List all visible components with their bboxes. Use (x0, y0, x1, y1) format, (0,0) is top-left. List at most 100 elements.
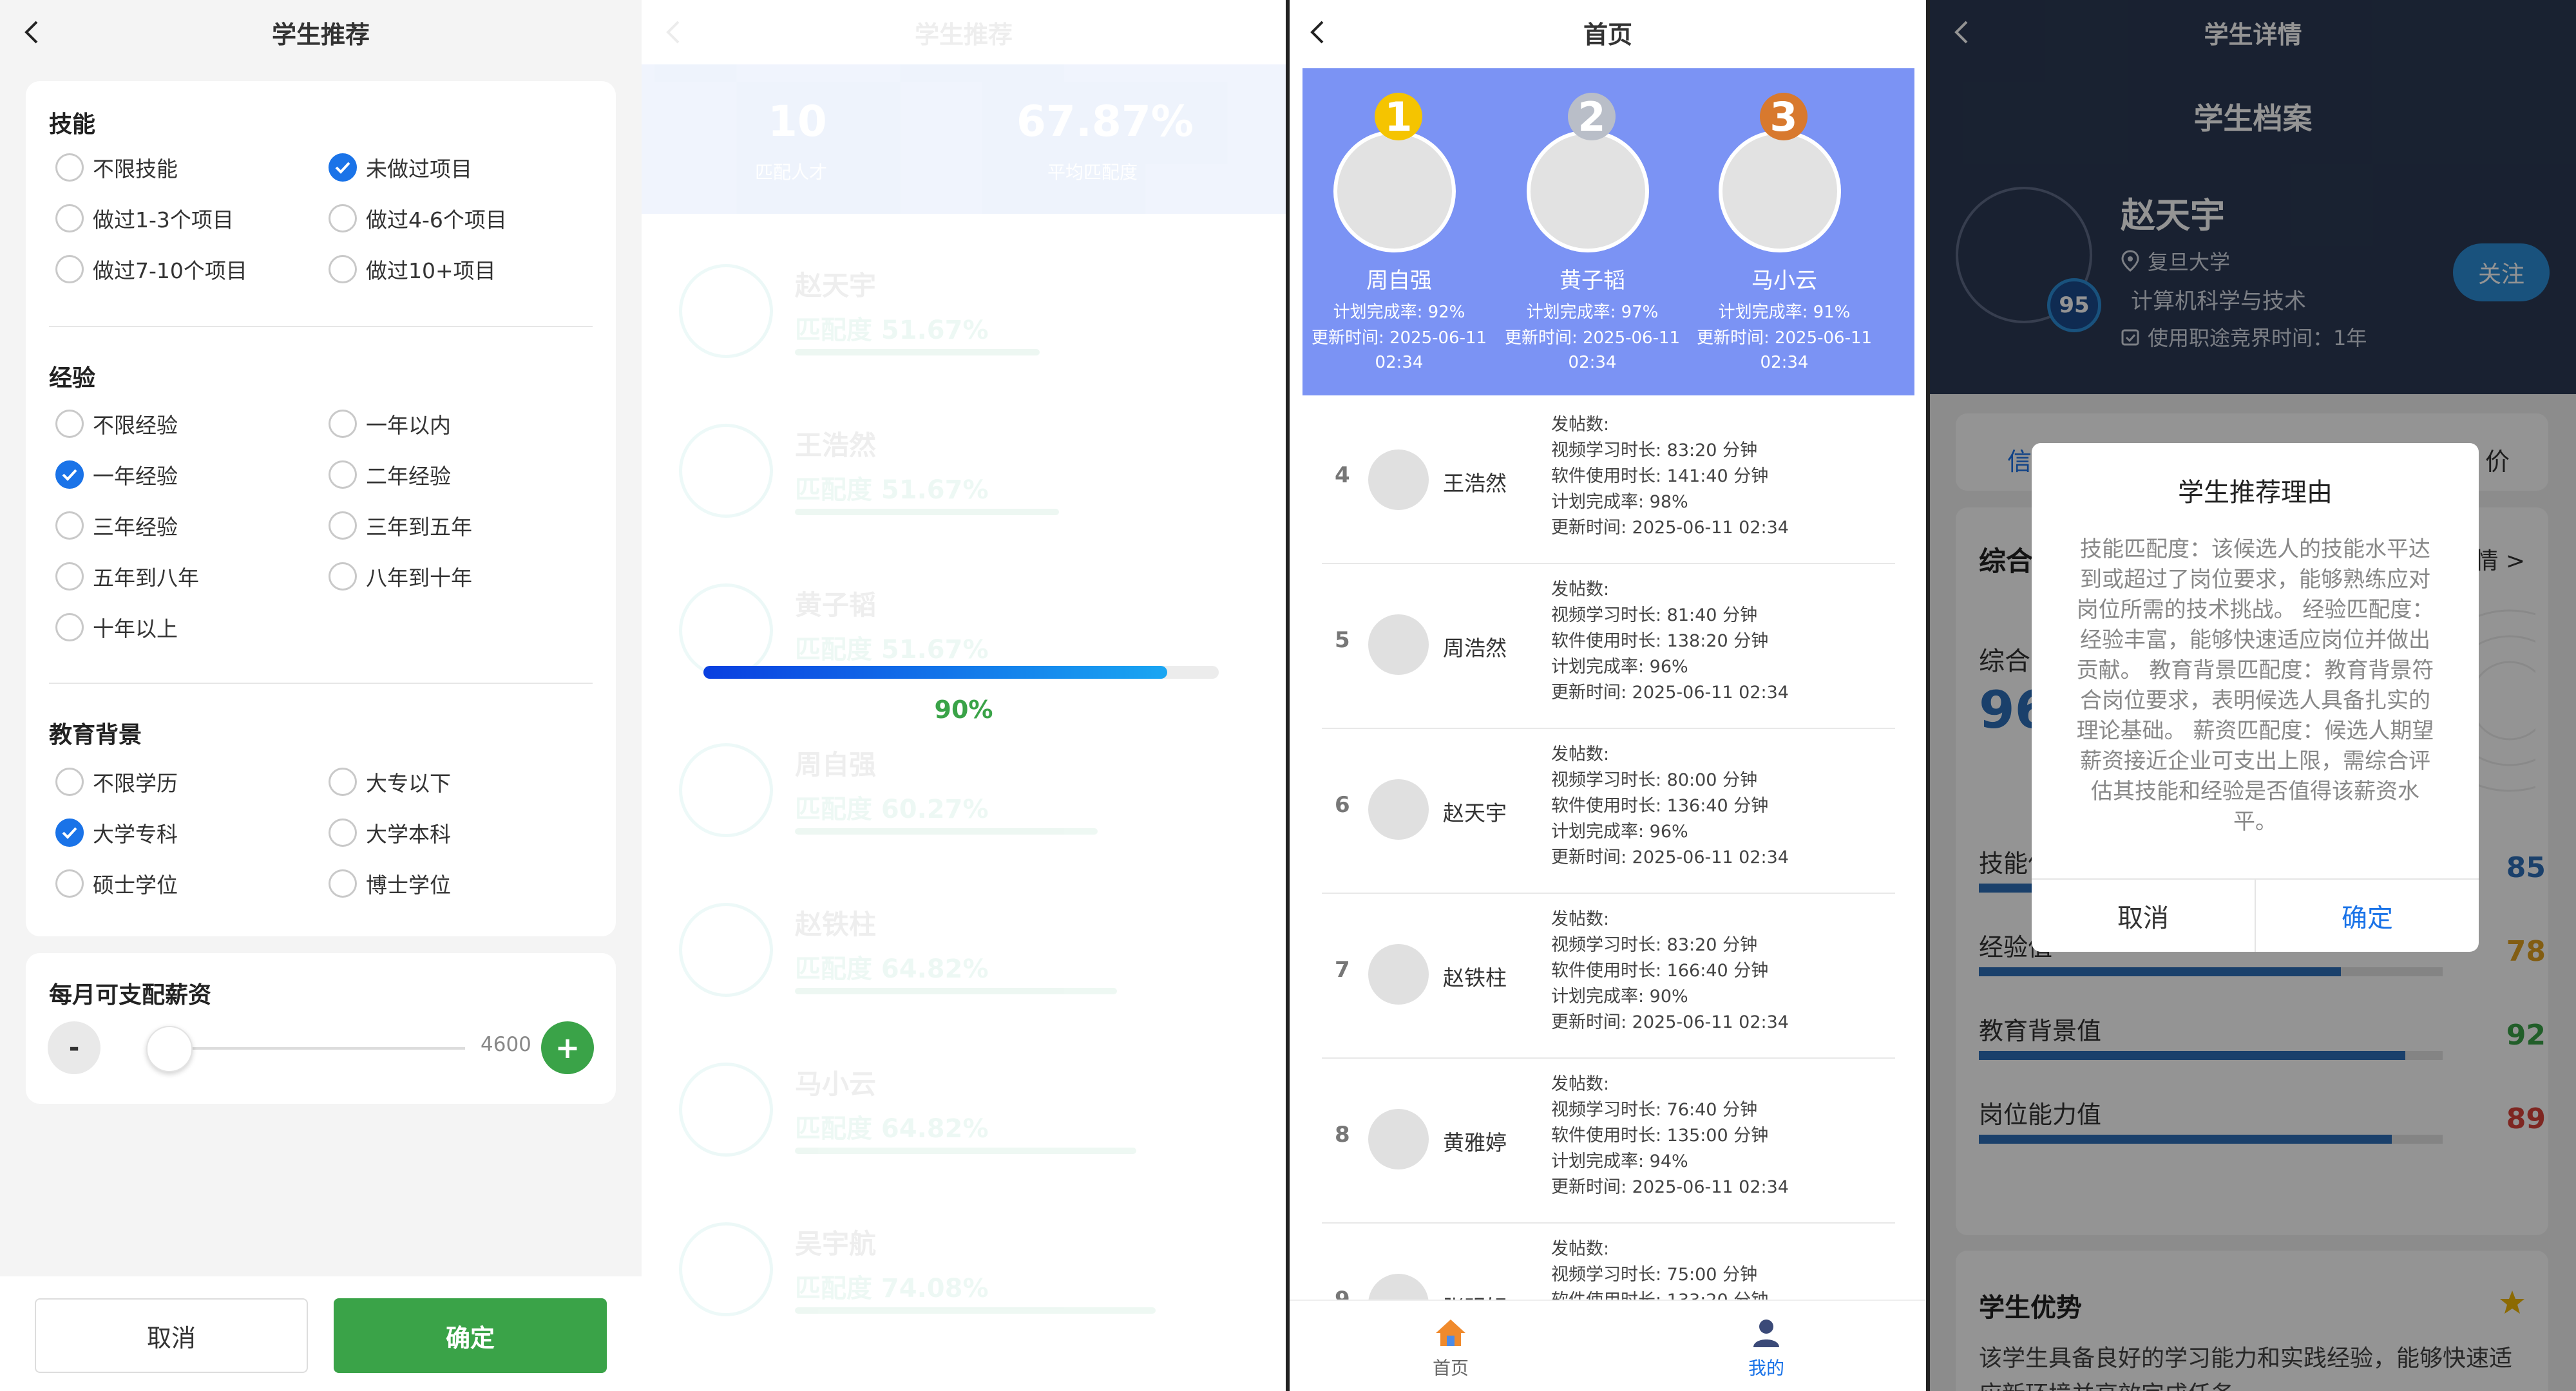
avatar (679, 583, 773, 677)
dialog-body: 技能匹配度：该候选人的技能水平达到或超过了岗位要求，能够熟练应对岗位所需的技术挑… (2076, 536, 2434, 835)
match-bar (795, 988, 1117, 994)
radio-unchecked-icon[interactable] (55, 511, 84, 540)
tab-home[interactable]: 首页 (1412, 1318, 1489, 1380)
experience-option[interactable]: 二年经验 (329, 459, 451, 490)
education-option[interactable]: 不限学历 (55, 766, 178, 797)
radio-unchecked-icon[interactable] (329, 562, 357, 591)
student-name: 赵铁柱 (1443, 965, 1507, 990)
salary-increase-button[interactable]: + (541, 1021, 594, 1074)
avatar (679, 1063, 773, 1157)
skills-option[interactable]: 不限技能 (55, 152, 178, 183)
radio-checked-icon[interactable] (329, 153, 357, 182)
match-rate: 匹配度 51.67% (795, 475, 989, 505)
option-label: 不限经验 (93, 413, 178, 438)
filter-card: 技能 不限技能 未做过项目 做过1-3个项目 做过4-6个项目 做过7-10个项目 做过1… (26, 81, 616, 936)
filter-panel: 学生推荐 技能 不限技能 未做过项目 做过1-3个项目 做过4-6个项目 做过7-10个… (0, 0, 642, 1391)
radio-unchecked-icon[interactable] (55, 204, 84, 232)
completion-rate: 计划完成率: 91% (1718, 303, 1851, 322)
radio-checked-icon[interactable] (55, 460, 84, 489)
salary-card: 每月可支配薪资 - 4600 + (26, 953, 616, 1104)
radio-unchecked-icon[interactable] (55, 410, 84, 438)
podium-item[interactable]: 1 周自强 计划完成率: 92% 更新时间: 2025-06-11 02:34 (1302, 68, 1496, 395)
experience-option[interactable]: 八年到十年 (329, 561, 472, 592)
radio-unchecked-icon[interactable] (329, 255, 357, 283)
experience-option[interactable]: 十年以上 (55, 612, 178, 643)
education-option[interactable]: 博士学位 (329, 868, 451, 899)
bottom-tab-bar: 首页 我的 (1290, 1300, 1926, 1391)
home-panel: 首页 1 周自强 计划完成率: 92% 更新时间: 2025-06-11 02:34 2… (1286, 0, 1930, 1391)
skills-option[interactable]: 做过4-6个项目 (329, 203, 507, 234)
radio-unchecked-icon[interactable] (329, 410, 357, 438)
experience-option[interactable]: 一年以内 (329, 408, 451, 439)
radio-unchecked-icon[interactable] (329, 511, 357, 540)
list-item[interactable]: 7 赵铁柱 发帖数: 视频学习时长: 83:20 分钟 软件使用时长: 166:40 分… (1322, 893, 1895, 1059)
skills-option[interactable]: 做过1-3个项目 (55, 203, 234, 234)
radio-unchecked-icon[interactable] (329, 204, 357, 232)
rank-number: 5 (1335, 627, 1350, 653)
list-item[interactable]: 8 黄雅婷 发帖数: 视频学习时长: 76:40 分钟 软件使用时长: 135:00 分… (1322, 1057, 1895, 1224)
radio-checked-icon[interactable] (55, 819, 84, 847)
list-item[interactable]: 6 赵天宇 发帖数: 视频学习时长: 80:00 分钟 软件使用时长: 136:40 分… (1322, 728, 1895, 894)
education-option[interactable]: 硕士学位 (55, 868, 178, 899)
radio-unchecked-icon[interactable] (55, 153, 84, 182)
avatar (1527, 130, 1649, 252)
list-item[interactable]: 5 周浩然 发帖数: 视频学习时长: 81:40 分钟 软件使用时长: 138:20 分… (1322, 563, 1895, 729)
radio-unchecked-icon[interactable] (329, 819, 357, 847)
skills-option[interactable]: 做过10+项目 (329, 254, 496, 285)
option-label: 大学专科 (93, 822, 178, 847)
match-rate: 匹配度 60.27% (795, 795, 989, 824)
student-name: 王浩然 (1443, 471, 1507, 496)
slider-thumb[interactable] (146, 1026, 193, 1072)
experience-option[interactable]: 一年经验 (55, 459, 178, 490)
radio-unchecked-icon[interactable] (55, 869, 84, 898)
student-name: 王浩然 (795, 430, 877, 461)
stat-posts: 发帖数: (1551, 1074, 1610, 1094)
option-label: 做过10+项目 (366, 258, 496, 283)
education-option[interactable]: 大专以下 (329, 766, 451, 797)
radio-unchecked-icon[interactable] (55, 255, 84, 283)
user-icon (1753, 1320, 1779, 1347)
salary-decrease-button[interactable]: - (48, 1021, 100, 1074)
education-option[interactable]: 大学本科 (329, 817, 451, 848)
student-name: 马小云 (795, 1068, 877, 1100)
radio-unchecked-icon[interactable] (329, 869, 357, 898)
salary-slider[interactable] (146, 1026, 465, 1072)
skills-option[interactable]: 做过7-10个项目 (55, 254, 247, 285)
podium-item[interactable]: 2 黄子韬 计划完成率: 97% 更新时间: 2025-06-11 02:34 (1496, 68, 1689, 395)
dialog-confirm-button[interactable]: 确定 (2256, 880, 2479, 952)
back-icon[interactable] (1302, 17, 1333, 48)
back-icon[interactable] (17, 17, 48, 48)
experience-option[interactable]: 五年到八年 (55, 561, 199, 592)
education-option[interactable]: 大学专科 (55, 817, 178, 848)
radio-unchecked-icon[interactable] (329, 460, 357, 489)
option-label: 做过7-10个项目 (93, 258, 247, 283)
student-name: 黄雅婷 (1443, 1130, 1507, 1155)
skills-option[interactable]: 未做过项目 (329, 152, 472, 183)
loading-progress-bar (703, 666, 1219, 679)
stat-posts: 发帖数: (1551, 744, 1610, 764)
salary-title: 每月可支配薪资 (49, 982, 212, 1008)
confirm-button[interactable]: 确定 (334, 1298, 607, 1373)
radio-unchecked-icon[interactable] (55, 562, 84, 591)
experience-option[interactable]: 不限经验 (55, 408, 178, 439)
experience-option[interactable]: 三年到五年 (329, 510, 472, 541)
match-rate: 匹配度 64.82% (795, 954, 989, 984)
stat-video: 视频学习时长: 83:20 分钟 (1551, 440, 1758, 460)
tab-mine[interactable]: 我的 (1728, 1318, 1805, 1380)
podium-item[interactable]: 3 马小云 计划完成率: 91% 更新时间: 2025-06-11 02:34 (1688, 68, 1881, 395)
radio-unchecked-icon[interactable] (55, 613, 84, 641)
radio-unchecked-icon[interactable] (55, 768, 84, 796)
experience-option[interactable]: 三年经验 (55, 510, 178, 541)
stat-rate: 计划完成率: 90% (1551, 987, 1688, 1007)
radio-unchecked-icon[interactable] (329, 768, 357, 796)
stat-time: 更新时间: 2025-06-11 02:34 (1551, 847, 1789, 867)
match-rate: 匹配度 51.67% (795, 635, 989, 665)
student-name: 赵铁柱 (795, 909, 877, 940)
dialog-cancel-button[interactable]: 取消 (2032, 880, 2256, 952)
stat-video: 视频学习时长: 75:00 分钟 (1551, 1265, 1758, 1285)
match-bar (795, 1148, 1136, 1154)
list-item[interactable]: 4 王浩然 发帖数: 视频学习时长: 83:20 分钟 软件使用时长: 141:40 分… (1322, 398, 1895, 564)
stat-label: 平均匹配度 (1047, 162, 1138, 183)
student-name: 马小云 (1751, 268, 1817, 294)
cancel-button[interactable]: 取消 (35, 1298, 308, 1373)
